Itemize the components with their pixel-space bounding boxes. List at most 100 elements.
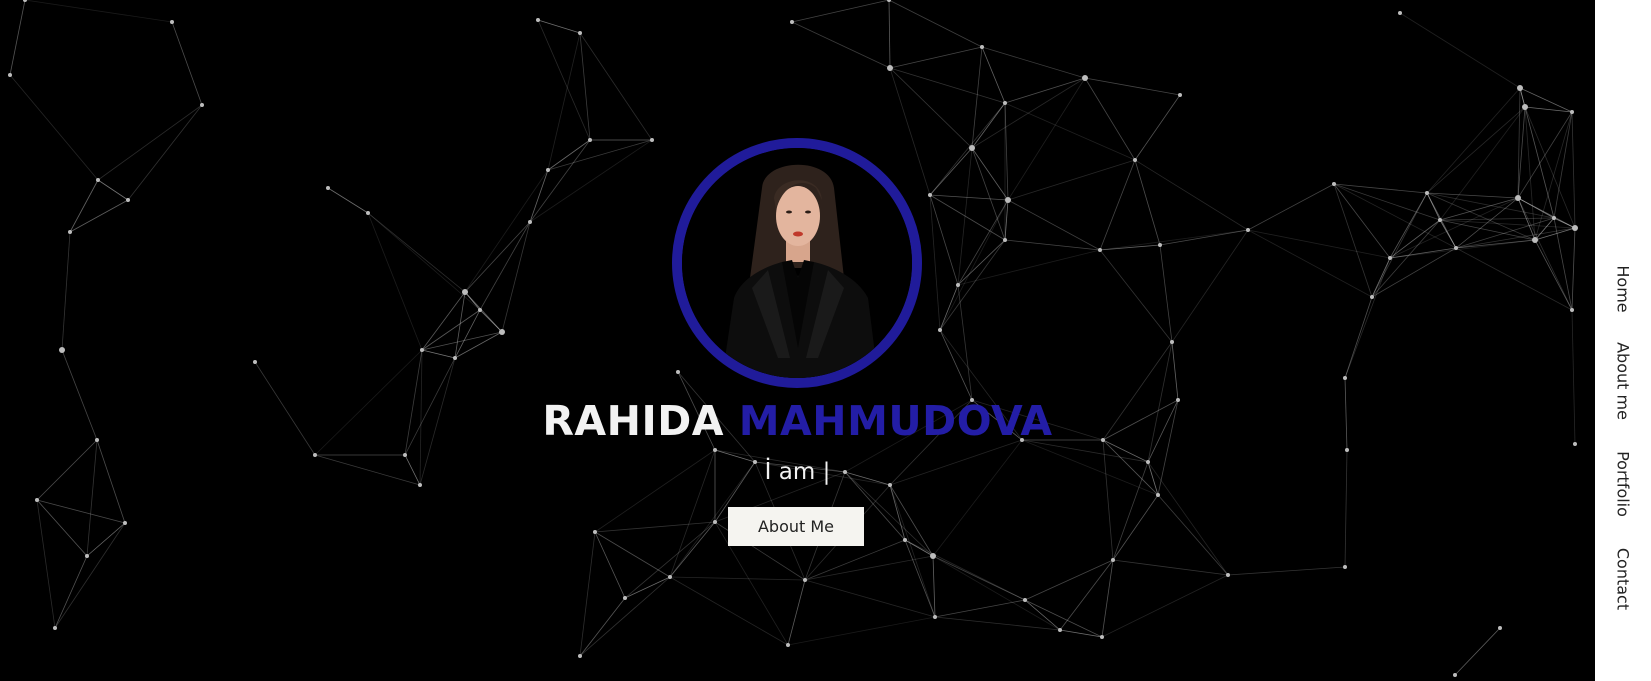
network-link — [934, 599, 1026, 618]
network-link — [367, 212, 481, 311]
network-node — [546, 168, 550, 172]
network-node — [928, 193, 932, 197]
network-node — [1156, 493, 1160, 497]
network-link — [464, 169, 549, 293]
network-node — [366, 211, 370, 215]
network-link — [889, 46, 983, 69]
network-link — [24, 0, 173, 23]
network-link — [54, 522, 126, 629]
network-link — [1101, 574, 1229, 638]
network-link — [501, 221, 531, 333]
network-node — [1438, 218, 1442, 222]
network-link — [1024, 559, 1114, 601]
network-link — [1247, 183, 1335, 231]
network-link — [61, 231, 71, 351]
network-node — [85, 554, 89, 558]
nav-link-home[interactable]: Home — [1614, 265, 1633, 312]
network-node — [938, 328, 942, 332]
network-link — [929, 194, 1009, 201]
network-link — [54, 555, 88, 629]
network-link — [971, 147, 1009, 201]
network-node — [59, 347, 65, 353]
network-node — [1343, 565, 1347, 569]
network-link — [791, 21, 891, 69]
network-node — [578, 654, 582, 658]
network-link — [9, 74, 99, 181]
network-node — [1370, 295, 1374, 299]
network-link — [1371, 219, 1441, 298]
network-node — [1082, 75, 1088, 81]
network-node — [713, 520, 717, 524]
network-link — [1134, 159, 1249, 231]
network-link — [624, 576, 671, 599]
nav-link-contact[interactable]: Contact — [1614, 548, 1633, 610]
network-link — [669, 521, 716, 578]
network-link — [1171, 341, 1179, 401]
network-link — [1344, 296, 1373, 379]
network-link — [929, 194, 941, 331]
network-link — [1159, 244, 1173, 343]
network-link — [1007, 77, 1086, 201]
network-link — [1524, 106, 1573, 113]
network-node — [786, 643, 790, 647]
network-link — [547, 139, 653, 171]
network-node — [1572, 225, 1578, 231]
network-link — [1004, 239, 1101, 251]
network-link — [1007, 159, 1136, 201]
network-node — [528, 220, 532, 224]
network-link — [1519, 87, 1573, 113]
network-link — [981, 46, 1086, 79]
network-link — [1134, 94, 1181, 161]
nav-link-about-me[interactable]: About me — [1614, 342, 1633, 420]
network-node — [453, 356, 457, 360]
network-link — [888, 0, 983, 48]
network-link — [971, 102, 1006, 149]
network-link — [9, 0, 26, 76]
network-link — [1439, 217, 1555, 221]
network-link — [1333, 183, 1391, 259]
network-link — [1112, 494, 1159, 561]
network-link — [1004, 102, 1136, 161]
network-node — [887, 65, 893, 71]
network-node — [623, 596, 627, 600]
network-link — [888, 0, 891, 69]
network-node — [588, 138, 592, 142]
network-node — [1100, 635, 1104, 639]
network-link — [929, 194, 1006, 241]
network-link — [464, 221, 531, 293]
network-link — [1099, 229, 1249, 251]
network-link — [1059, 629, 1103, 638]
network-node — [96, 178, 100, 182]
network-node — [462, 289, 468, 295]
network-link — [971, 77, 1086, 149]
network-link — [1159, 229, 1249, 246]
network-node — [713, 448, 717, 452]
network-link — [1455, 247, 1573, 311]
network-link — [529, 139, 591, 223]
network-link — [1399, 12, 1521, 89]
network-link — [594, 531, 671, 578]
network-node — [53, 626, 57, 630]
network-link — [594, 531, 626, 599]
network-link — [421, 309, 481, 351]
network-link — [1004, 77, 1086, 104]
network-link — [171, 21, 203, 106]
network-node — [1532, 237, 1538, 243]
network-link — [479, 309, 503, 333]
network-node — [578, 31, 582, 35]
network-link — [1426, 106, 1526, 194]
network-node — [123, 521, 127, 525]
network-link — [1227, 566, 1346, 576]
profile-photo — [672, 138, 922, 388]
network-link — [981, 46, 1006, 104]
hero-name: RAHIDA MAHMUDOVA — [0, 396, 1595, 446]
nav-link-portfolio[interactable]: Portfolio — [1614, 451, 1633, 517]
about-me-button[interactable]: About Me — [728, 507, 864, 546]
network-link — [804, 539, 906, 581]
network-link — [1007, 199, 1101, 251]
hero-first-name: RAHIDA — [542, 397, 724, 445]
network-node — [668, 575, 672, 579]
network-link — [787, 579, 806, 646]
network-link — [929, 102, 1006, 196]
network-node — [8, 73, 12, 77]
